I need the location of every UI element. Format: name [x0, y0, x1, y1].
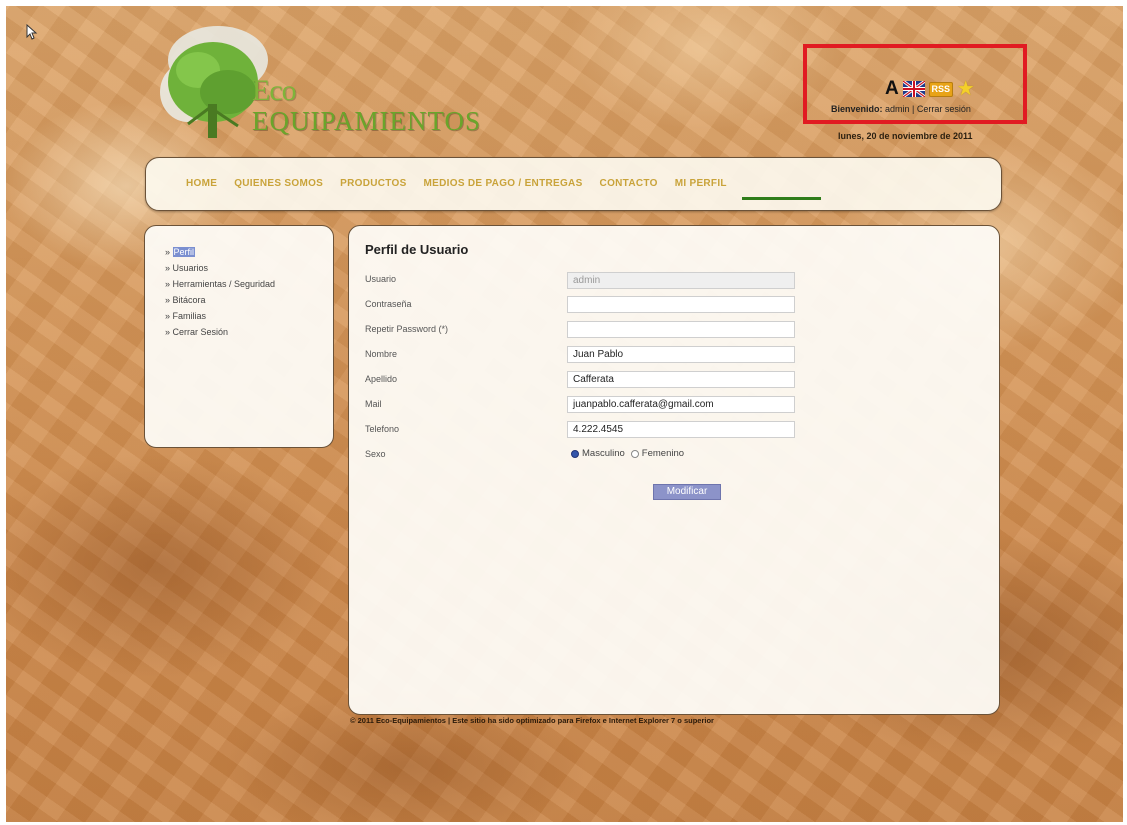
mail-label: Mail	[365, 399, 382, 409]
rss-icon[interactable]: RSS	[928, 81, 953, 97]
nav-quienes-somos[interactable]: QUIENES SOMOS	[234, 178, 323, 189]
font-size-button[interactable]: A	[885, 78, 899, 100]
telefono-label: Telefono	[365, 424, 400, 434]
sidebar-item-familias[interactable]: » Familias	[165, 308, 275, 324]
footer-text: © 2011 Eco-Equipamientos | Este sitio ha…	[350, 716, 714, 725]
sidebar-item-bitacora[interactable]: » Bitácora	[165, 292, 275, 308]
nav-home[interactable]: HOME	[186, 178, 217, 189]
sidebar: » Perfil » Usuarios » Herramientas / Seg…	[144, 225, 334, 448]
mouse-cursor-icon	[26, 24, 38, 40]
welcome-prefix: Bienvenido:	[831, 104, 883, 114]
modificar-button[interactable]: Modificar	[653, 484, 721, 500]
femenino-label: Femenino	[641, 448, 685, 459]
masculino-label: Masculino	[582, 448, 625, 459]
active-nav-underline	[742, 197, 821, 200]
apellido-field[interactable]: Cafferata	[567, 371, 795, 388]
page-title: Perfil de Usuario	[365, 242, 469, 257]
nav-mi-perfil[interactable]: MI PERFIL	[675, 178, 727, 189]
repetir-password-field[interactable]	[567, 321, 795, 338]
mail-field[interactable]: juanpablo.cafferata@gmail.com	[567, 396, 795, 413]
nombre-label: Nombre	[365, 349, 398, 359]
contrasena-label: Contraseña	[365, 299, 412, 309]
contrasena-field[interactable]	[567, 296, 795, 313]
username: admin	[885, 104, 910, 114]
apellido-label: Apellido	[365, 374, 398, 384]
sidebar-item-perfil[interactable]: » Perfil	[165, 244, 275, 260]
favorite-star-icon[interactable]: ★	[957, 79, 975, 99]
sidebar-item-cerrar-sesion[interactable]: » Cerrar Sesión	[165, 324, 275, 340]
logo-text-eco: Eco	[252, 74, 297, 107]
welcome-text: Bienvenido: admin | Cerrar sesión	[831, 104, 971, 114]
telefono-field[interactable]: 4.222.4545	[567, 421, 795, 438]
sidebar-item-usuarios[interactable]: » Usuarios	[165, 260, 275, 276]
nombre-field[interactable]: Juan Pablo	[567, 346, 795, 363]
current-date: lunes, 20 de noviembre de 2011	[838, 131, 973, 141]
femenino-radio[interactable]	[630, 449, 639, 458]
sexo-label: Sexo	[365, 449, 386, 459]
repetir-password-label: Repetir Password (*)	[365, 324, 449, 334]
nav-productos[interactable]: PRODUCTOS	[340, 178, 406, 189]
nav-contacto[interactable]: CONTACTO	[600, 178, 658, 189]
header-tools: A RSS ★	[885, 78, 975, 100]
sexo-radio-group: Masculino Femenino	[571, 448, 684, 459]
masculino-radio[interactable]	[571, 449, 579, 458]
usuario-field[interactable]: admin	[567, 272, 795, 289]
usuario-label: Usuario	[365, 274, 397, 284]
main-navigation: HOME QUIENES SOMOS PRODUCTOS MEDIOS DE P…	[145, 157, 1002, 211]
nav-medios-de-pago[interactable]: MEDIOS DE PAGO / ENTREGAS	[424, 178, 583, 189]
sidebar-item-herramientas[interactable]: » Herramientas / Seguridad	[165, 276, 275, 292]
separator: |	[909, 104, 917, 114]
site-logo[interactable]: Eco Equipamientos	[158, 20, 480, 150]
uk-flag-icon[interactable]	[902, 81, 925, 97]
logo-text-equipamientos: Equipamientos	[252, 106, 482, 136]
logout-link[interactable]: Cerrar sesión	[917, 104, 971, 114]
profile-panel: Perfil de Usuario Usuario admin Contrase…	[348, 225, 1000, 715]
